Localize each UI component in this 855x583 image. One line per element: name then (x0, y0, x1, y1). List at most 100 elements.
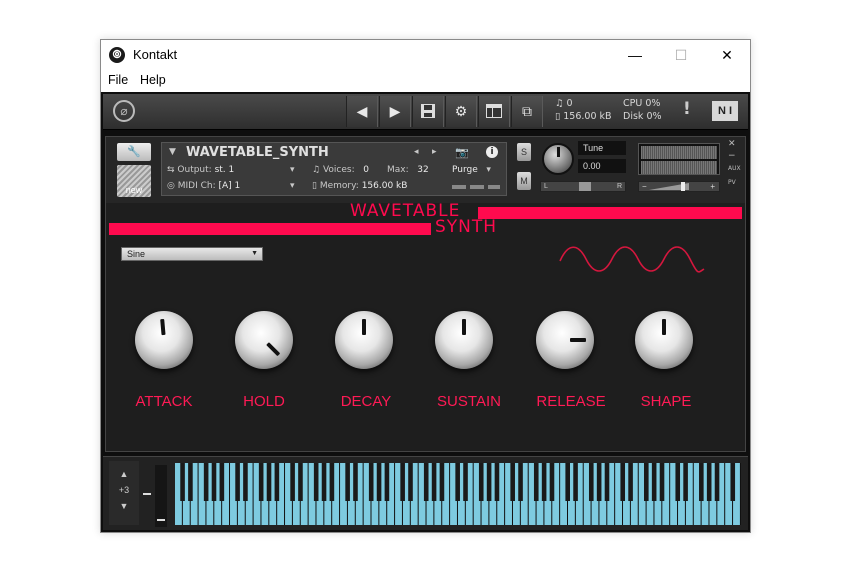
black-key[interactable] (400, 463, 405, 501)
instrument-next-icon[interactable]: ▸ (432, 147, 437, 157)
black-key[interactable] (730, 463, 736, 501)
black-key[interactable] (376, 463, 382, 501)
black-key[interactable] (243, 463, 248, 501)
black-key[interactable] (541, 463, 547, 501)
instrument-prev-icon[interactable]: ◂ (414, 147, 419, 157)
black-key[interactable] (431, 463, 437, 501)
black-key[interactable] (628, 463, 633, 501)
ni-logo[interactable]: N I (712, 101, 738, 121)
instrument-minimize-icon[interactable]: − (728, 151, 736, 161)
black-key[interactable] (659, 463, 665, 501)
instrument-menu-chevron-icon[interactable]: ▼ (169, 147, 176, 157)
black-key[interactable] (266, 463, 272, 501)
black-key[interactable] (651, 463, 657, 501)
black-key[interactable] (510, 463, 515, 501)
black-key[interactable] (313, 463, 319, 501)
release-knob[interactable] (536, 311, 594, 369)
layout-icon[interactable] (478, 96, 510, 127)
black-key[interactable] (683, 463, 688, 501)
black-key[interactable] (180, 463, 185, 501)
hold-knob[interactable] (235, 311, 293, 369)
pan-slider[interactable]: L R (540, 181, 626, 192)
black-key[interactable] (329, 463, 335, 501)
black-key[interactable] (463, 463, 468, 501)
black-key[interactable] (549, 463, 555, 501)
mod-wheel[interactable] (155, 465, 167, 527)
black-key[interactable] (423, 463, 429, 501)
black-key[interactable] (644, 463, 649, 501)
black-key[interactable] (565, 463, 570, 501)
waveform-select[interactable]: Sine ▼ (121, 247, 263, 261)
black-key[interactable] (345, 463, 350, 501)
black-key[interactable] (455, 463, 460, 501)
aux-button[interactable]: AUX (728, 165, 741, 172)
octave-control[interactable]: ▲ +3 ▼ (109, 461, 139, 525)
black-key[interactable] (203, 463, 209, 501)
black-key[interactable] (494, 463, 500, 501)
midi-dropdown-icon[interactable]: ▾ (290, 181, 295, 191)
attack-knob[interactable] (135, 311, 193, 369)
instrument-close-icon[interactable]: ✕ (728, 139, 736, 149)
prev-button[interactable]: ◀ (346, 96, 378, 127)
piano-keyboard[interactable] (175, 463, 741, 525)
black-key[interactable] (714, 463, 720, 501)
octave-up-icon[interactable]: ▲ (109, 469, 139, 479)
info-icon[interactable]: i (486, 146, 498, 158)
black-key[interactable] (211, 463, 217, 501)
output-dropdown-icon[interactable]: ▾ (290, 165, 295, 175)
black-key[interactable] (408, 463, 413, 501)
shape-knob[interactable] (635, 311, 693, 369)
black-key[interactable] (321, 463, 327, 501)
mute-button[interactable]: M (517, 172, 531, 190)
black-key[interactable] (290, 463, 295, 501)
wrench-icon[interactable]: 🔧 (117, 143, 151, 161)
new-instrument-button[interactable]: new (117, 165, 151, 197)
purge-dropdown[interactable]: Purge ▾ (452, 165, 491, 175)
black-key[interactable] (274, 463, 280, 501)
warning-icon[interactable]: ! (683, 99, 691, 119)
black-key[interactable] (486, 463, 492, 501)
black-key[interactable] (588, 463, 594, 501)
volume-slider[interactable]: − + (638, 181, 720, 192)
pitch-wheel[interactable] (143, 493, 151, 495)
black-key[interactable] (384, 463, 390, 501)
black-key[interactable] (368, 463, 374, 501)
minimize-button[interactable]: — (612, 40, 658, 70)
maximize-button[interactable]: ☐ (658, 40, 704, 70)
black-key[interactable] (219, 463, 225, 501)
menu-file[interactable]: File (108, 73, 128, 87)
next-button[interactable]: ▶ (379, 96, 411, 127)
menu-help[interactable]: Help (140, 73, 166, 87)
black-key[interactable] (675, 463, 681, 501)
black-key[interactable] (353, 463, 358, 501)
kontakt-logo-icon[interactable]: ⌀ (113, 100, 135, 122)
settings-gear-icon[interactable]: ⚙ (445, 96, 477, 127)
black-key[interactable] (620, 463, 626, 501)
black-key[interactable] (533, 463, 539, 501)
black-key[interactable] (596, 463, 602, 501)
octave-down-icon[interactable]: ▼ (109, 501, 139, 511)
black-key[interactable] (573, 463, 578, 501)
tune-value[interactable]: 0.00 (578, 159, 626, 173)
black-key[interactable] (518, 463, 523, 501)
midi-channel[interactable]: ◎ MIDI Ch: [A] 1 (167, 181, 240, 191)
black-key[interactable] (706, 463, 712, 501)
max-voices[interactable]: Max: 32 (387, 165, 429, 175)
black-key[interactable] (699, 463, 704, 501)
close-button[interactable]: ✕ (704, 40, 750, 70)
camera-icon[interactable]: 📷 (455, 146, 469, 159)
solo-button[interactable]: S (517, 143, 531, 161)
black-key[interactable] (235, 463, 240, 501)
pv-button[interactable]: PV (728, 179, 736, 186)
save-icon[interactable] (412, 96, 444, 127)
sustain-knob[interactable] (435, 311, 493, 369)
black-key[interactable] (298, 463, 303, 501)
tune-knob[interactable] (542, 143, 574, 175)
black-key[interactable] (258, 463, 264, 501)
resize-view-icon[interactable]: ⧉ (511, 96, 543, 127)
decay-knob[interactable] (335, 311, 393, 369)
black-key[interactable] (604, 463, 610, 501)
black-key[interactable] (478, 463, 484, 501)
black-key[interactable] (188, 463, 193, 501)
black-key[interactable] (439, 463, 445, 501)
